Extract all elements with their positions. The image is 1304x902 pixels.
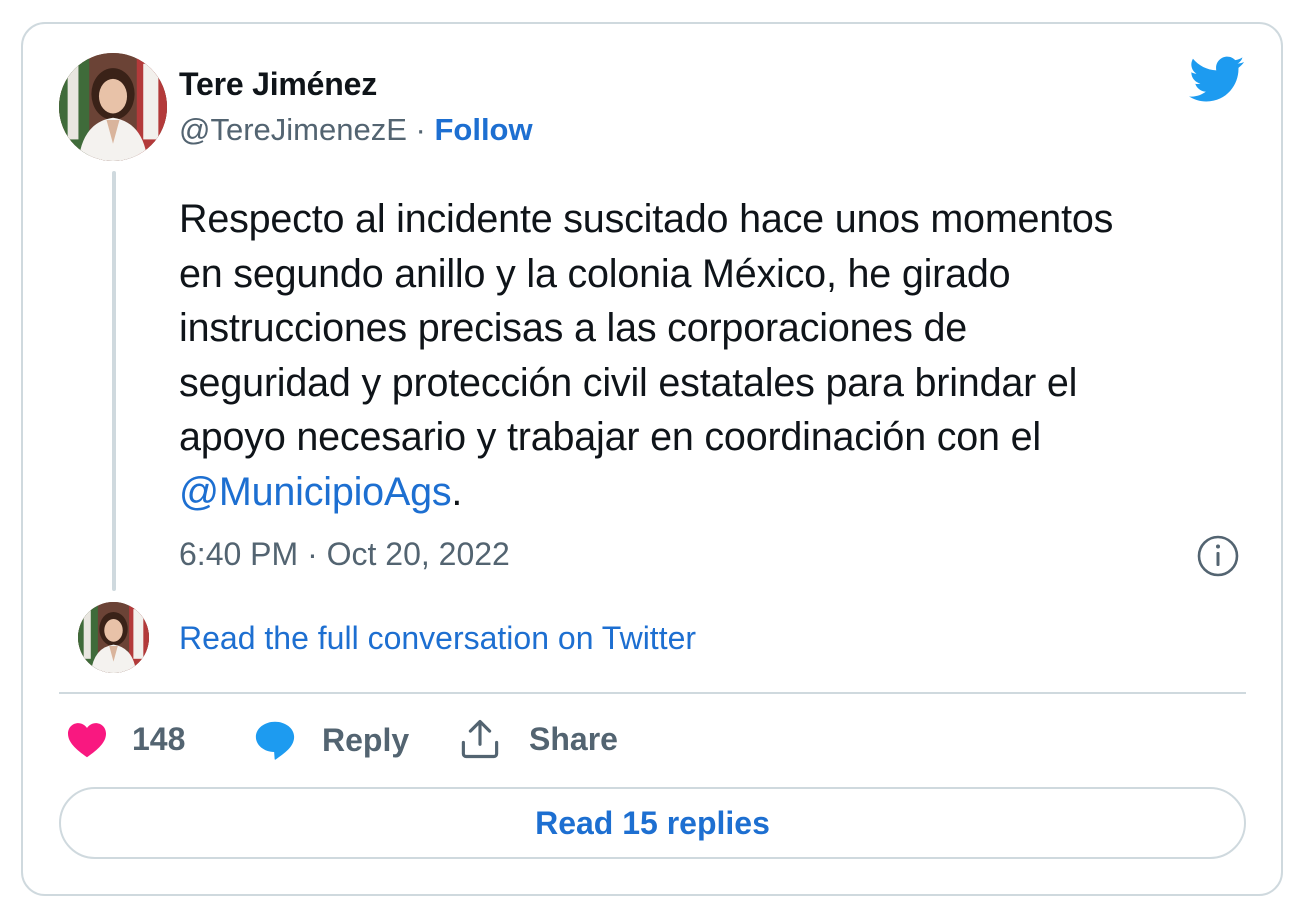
- share-button[interactable]: Share: [459, 718, 618, 760]
- read-full-conversation-link[interactable]: Read the full conversation on Twitter: [179, 620, 696, 657]
- avatar-image: [78, 602, 149, 673]
- author-name[interactable]: Tere Jiménez: [179, 66, 377, 103]
- reply-button[interactable]: Reply: [254, 720, 409, 760]
- author-handle[interactable]: @TereJimenezE: [179, 112, 407, 147]
- like-button[interactable]: 148: [66, 720, 185, 758]
- info-icon[interactable]: [1196, 534, 1240, 578]
- handle-separator: ·: [406, 112, 435, 147]
- share-label: Share: [529, 720, 618, 757]
- avatar-image: [59, 53, 167, 161]
- tweet-actions-bar: 148 Reply Share: [0, 714, 1304, 770]
- share-upload-icon: [461, 719, 499, 759]
- speech-bubble-icon: [255, 721, 295, 760]
- tweet-timestamp[interactable]: 6:40 PM · Oct 20, 2022: [179, 536, 510, 573]
- like-count: 148: [132, 720, 186, 757]
- conversation-avatar[interactable]: [78, 602, 149, 673]
- tweet-text-line: apoyo necesario y trabajar en coordinaci…: [179, 415, 1041, 459]
- author-avatar[interactable]: [59, 53, 167, 161]
- mention-link[interactable]: @MunicipioAgs: [179, 470, 452, 514]
- read-replies-label: Read 15 replies: [535, 804, 770, 841]
- thread-connector-line: [112, 171, 116, 591]
- tweet-text: Respecto al incidente suscitado hace uno…: [179, 192, 1259, 519]
- tweet-text-line: Respecto al incidente suscitado hace uno…: [179, 197, 1114, 241]
- tweet-text-trailing: .: [451, 469, 463, 514]
- reply-label: Reply: [322, 721, 410, 758]
- follow-button[interactable]: Follow: [434, 112, 532, 147]
- read-replies-button[interactable]: Read 15 replies: [59, 787, 1246, 859]
- actions-divider: [59, 692, 1246, 694]
- author-handle-line: @TereJimenezE · Follow: [179, 112, 533, 148]
- tweet-text-line: instrucciones precisas a las corporacion…: [179, 306, 967, 350]
- twitter-bird-icon[interactable]: [1189, 56, 1245, 104]
- heart-icon: [68, 723, 106, 758]
- tweet-text-line: seguridad y protección civil estatales p…: [179, 360, 1078, 405]
- tweet-text-line: en segundo anillo y la colonia México, h…: [179, 251, 1011, 296]
